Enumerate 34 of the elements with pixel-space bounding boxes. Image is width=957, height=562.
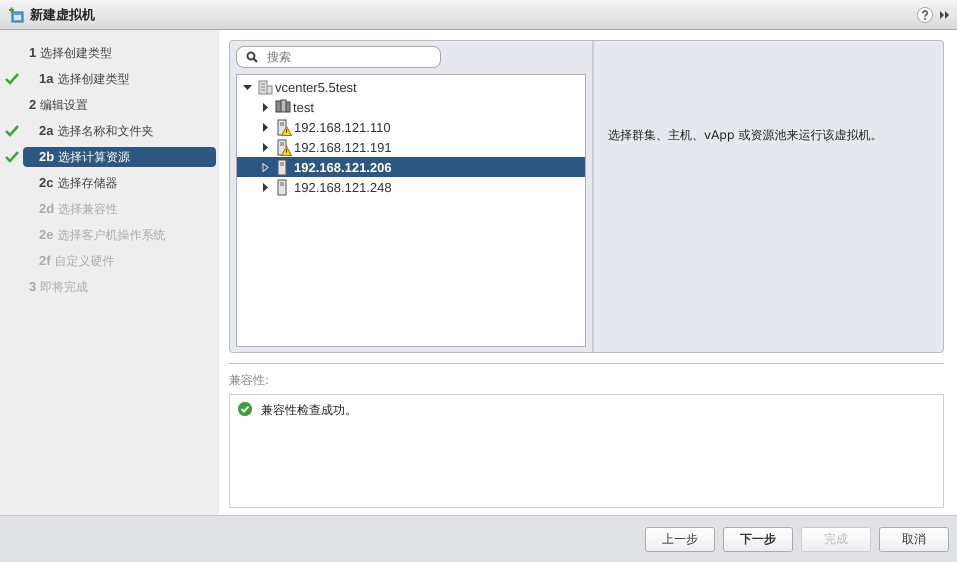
tree-item[interactable]: test [237,97,585,117]
expand-icon[interactable] [261,182,270,192]
tree-item[interactable]: vcenter5.5test [237,77,585,97]
description-text: 选择群集、主机、vApp 或资源池来运行该虚拟机。 [608,128,882,142]
search-icon [246,51,258,63]
compatibility-message: 兼容性检查成功。 [261,402,357,419]
step-item[interactable]: 1 选择创建类型 [23,43,216,63]
dialog-button[interactable]: 上一步 [645,526,715,552]
server-icon [275,178,287,196]
expand-icon[interactable] [261,162,270,172]
tree-item[interactable]: 192.168.121.206 [237,157,585,177]
expand-icon[interactable] [261,142,270,152]
expand-icon[interactable] [261,122,270,132]
tree-item[interactable]: 192.168.121.248 [237,177,585,197]
expand-icon[interactable] [939,10,951,20]
step-item[interactable]: 2b 选择计算资源 [23,147,216,167]
tree-item[interactable]: 192.168.121.191 [237,137,585,157]
vm-add-icon [8,6,24,22]
compatibility-label: 兼容性: [229,372,270,389]
step-item[interactable]: 2 编辑设置 [23,95,216,115]
server-cluster-icon [275,99,291,115]
help-icon[interactable] [917,6,933,22]
server-icon [275,158,287,176]
window-title: 新建虚拟机 [30,6,95,24]
expand-icon[interactable] [261,102,270,112]
search-field[interactable]: 搜索 [236,46,441,68]
tree-item[interactable]: 192.168.121.110 [237,117,585,137]
dialog-button[interactable]: 下一步 [723,526,793,552]
step-item[interactable]: 2a 选择名称和文件夹 [23,121,216,141]
step-item[interactable]: 2c 选择存储器 [23,173,216,193]
dialog-button[interactable]: 取消 [879,526,949,552]
step-item[interactable]: 1a 选择创建类型 [23,69,216,89]
building-icon [257,79,273,95]
collapse-icon[interactable] [243,82,252,92]
